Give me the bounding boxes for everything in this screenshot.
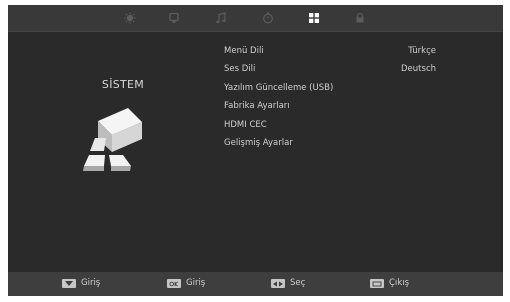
- menu-tab-bar: [8, 5, 503, 32]
- hint-label: Giriş: [186, 278, 206, 288]
- menu-item-menu-language[interactable]: Menü Dili: [224, 45, 264, 57]
- hint-down-enter: Giriş: [62, 278, 100, 289]
- sound-icon: [169, 12, 179, 23]
- key-hint-bar: Giriş Giriş Seç Çıkış: [8, 272, 503, 296]
- menu-item-hdmi-cec[interactable]: HDMI CEC: [224, 119, 267, 131]
- hint-label: Giriş: [81, 278, 101, 288]
- hint-exit: Çıkış: [370, 278, 409, 289]
- menu-item-label: Menü Dili: [224, 46, 264, 56]
- menu-language-value: Türkçe: [408, 46, 436, 56]
- menu-item-label: Fabrika Ayarları: [224, 101, 290, 111]
- hint-ok-enter: Giriş: [167, 278, 205, 289]
- hint-left-right-select: Seç: [271, 278, 305, 289]
- menu-item-label: Ses Dili: [224, 64, 256, 74]
- tab-music[interactable]: [212, 9, 230, 27]
- section-title: SİSTEM: [101, 78, 145, 91]
- menu-item-audio-language[interactable]: Ses Dili: [224, 63, 255, 75]
- menu-item-label: Gelişmiş Ayarlar: [224, 138, 293, 148]
- tab-system[interactable]: [305, 9, 323, 27]
- hint-label: Çıkış: [389, 278, 410, 288]
- menu-item-advanced-settings[interactable]: Gelişmiş Ayarlar: [224, 137, 293, 149]
- tab-sound[interactable]: [165, 9, 183, 27]
- picture-icon: [124, 12, 136, 24]
- ok-key-icon: [167, 279, 181, 288]
- menu-item-label: Yazılım Güncelleme (USB): [224, 83, 334, 93]
- menu-item-label: HDMI CEC: [224, 120, 267, 130]
- system-grid-icon: [309, 13, 319, 23]
- audio-language-value: Deutsch: [401, 64, 436, 74]
- lock-icon: [356, 12, 364, 23]
- left-right-key-icon: [271, 279, 285, 288]
- tab-timer[interactable]: [259, 9, 277, 27]
- timer-icon: [263, 12, 273, 24]
- system-cubes-icon: [83, 108, 142, 171]
- hint-label: Seç: [290, 278, 306, 288]
- music-note-icon: [216, 12, 226, 23]
- menu-item-software-update[interactable]: Yazılım Güncelleme (USB): [224, 82, 333, 94]
- exit-key-icon: [370, 279, 384, 288]
- menu-item-factory-settings[interactable]: Fabrika Ayarları: [224, 100, 290, 112]
- tab-picture[interactable]: [121, 9, 139, 27]
- tab-lock[interactable]: [351, 9, 369, 27]
- tv-menu-screen: SİSTEM Menü Dili Türkçe Ses Dili Deutsch…: [8, 5, 503, 296]
- down-key-icon: [62, 279, 76, 288]
